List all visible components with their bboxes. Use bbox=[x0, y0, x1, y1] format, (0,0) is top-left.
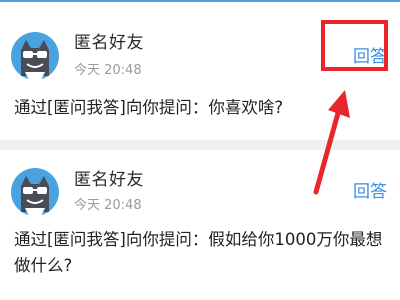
anonymous-avatar-icon bbox=[11, 168, 59, 216]
message-time: 今天 20:48 bbox=[74, 198, 142, 213]
sender-name: 匿名好友 bbox=[74, 170, 144, 190]
message-time: 今天 20:48 bbox=[74, 63, 142, 78]
red-arrow-icon bbox=[313, 90, 350, 195]
anonymous-avatar-icon bbox=[11, 32, 59, 80]
sender-name: 匿名好友 bbox=[74, 33, 144, 53]
question-text: 通过[匿问我答]向你提问：假如给你1000万你最想做什么? bbox=[14, 230, 383, 275]
highlight-box bbox=[321, 20, 388, 71]
